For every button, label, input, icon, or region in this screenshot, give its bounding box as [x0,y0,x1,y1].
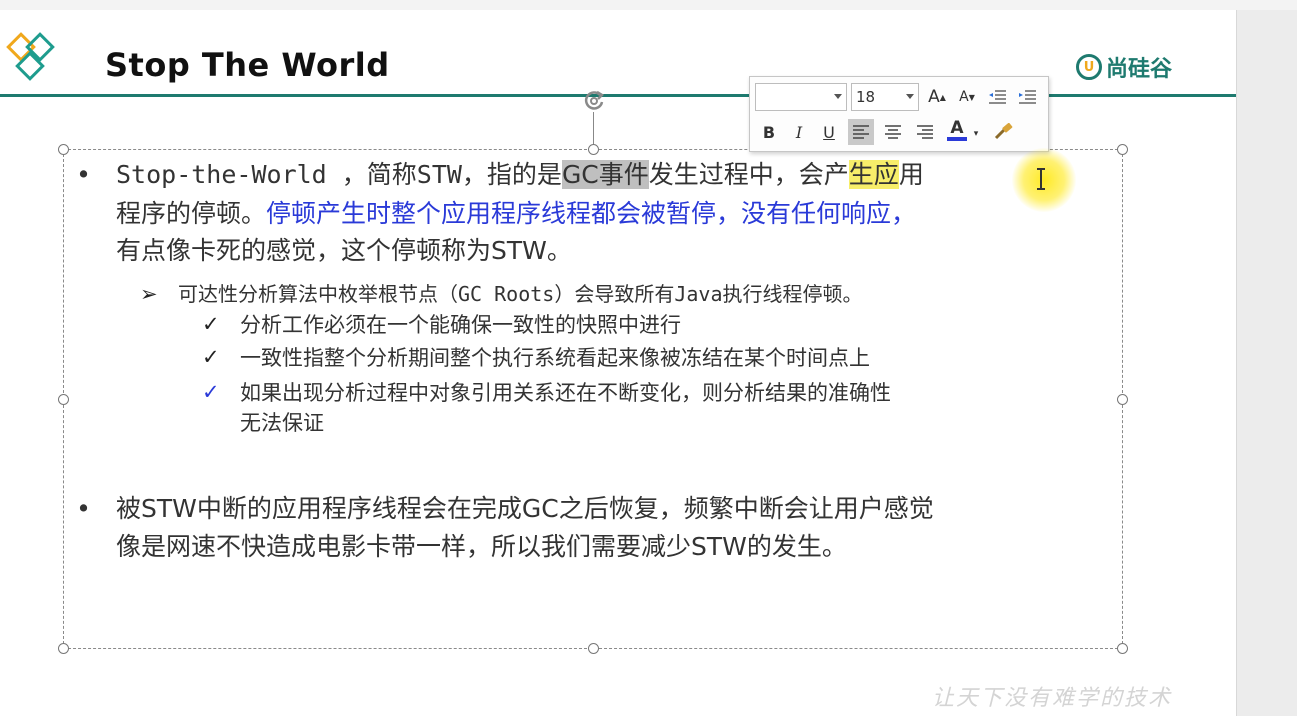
shrink-font-button[interactable]: A ▼ [954,84,980,110]
font-color-icon: A [950,118,964,138]
mini-formatting-toolbar: 18 A ▲ A ▼ B I U A ▾ [749,76,1049,152]
bullet-dot: • [76,494,92,523]
bullet1-cursor-word: 生应 [848,160,899,189]
bullet1-text-a: Stop-the-World ，简称STW，指的是 [116,160,562,189]
bullet2-line1[interactable]: 被STW中断的应用程序线程会在完成GC之后恢复，频繁中断会让用户感觉 [116,490,934,528]
title-divider [0,94,1236,97]
sub-arrow-item[interactable]: 可达性分析算法中枚举根节点（GC Roots）会导致所有Java执行线程停顿。 [178,278,863,310]
resize-handle-right[interactable] [1117,394,1128,405]
font-size-dropdown[interactable]: 18 [851,83,919,111]
align-center-button[interactable] [880,119,906,145]
mouse-cursor-highlight [1012,148,1076,212]
diamond-logo-icon [6,32,55,81]
bullet-dot: • [76,160,92,189]
bold-button[interactable]: B [756,119,782,145]
bullet1-line2[interactable]: 程序的停顿。停顿产生时整个应用程序线程都会被暂停，没有任何响应， [116,195,916,233]
resize-handle-top-left[interactable] [58,144,69,155]
check-item-3-cont[interactable]: 无法保证 [240,407,324,439]
brand-name: 尚硅谷 [1106,57,1173,82]
font-color-swatch [947,137,967,141]
grow-font-icon: A [928,87,940,107]
chevron-down-icon [906,94,914,99]
resize-handle-left[interactable] [58,394,69,405]
bullet1-line2-blue: 停顿产生时整个应用程序线程都会被暂停，没有任何响应， [266,199,917,228]
check-icon: ✓ [202,345,220,369]
font-color-button[interactable]: A [944,117,970,143]
check-item-3[interactable]: 如果出现分析过程中对象引用关系还在不断变化，则分析结果的准确性 [240,377,891,409]
bullet1-line1[interactable]: Stop-the-World ，简称STW，指的是GC事件发生过程中，会产生应用 [116,156,924,194]
decrease-indent-button[interactable] [984,84,1010,110]
align-left-icon [853,125,869,139]
decrease-indent-icon [989,90,1006,104]
arrow-bullet-icon: ➢ [140,282,158,306]
watermark: 让天下没有难学的技术 [932,686,1173,711]
check-icon: ✓ [202,380,220,404]
check-icon: ✓ [202,312,220,336]
font-color-dropdown[interactable]: ▾ [970,121,982,147]
brand-logo: U 尚硅谷 [1076,51,1172,83]
underline-button[interactable]: U [816,119,842,145]
brand-mark-icon: U [1076,54,1102,80]
resize-handle-bottom-left[interactable] [58,643,69,654]
align-left-button[interactable] [848,119,874,145]
bullet1-line3[interactable]: 有点像卡死的感觉，这个停顿称为STW。 [116,232,572,270]
chevron-down-icon [834,94,842,99]
align-right-button[interactable] [912,119,938,145]
resize-handle-bottom[interactable] [588,643,599,654]
format-painter-icon [994,123,1013,140]
align-right-icon [917,125,933,139]
grow-font-button[interactable]: A ▲ [924,84,950,110]
check-item-1[interactable]: 分析工作必须在一个能确保一致性的快照中进行 [240,309,681,341]
increase-indent-icon [1019,90,1036,104]
bullet1-text-b: 发生过程中，会产 [648,160,849,189]
increase-indent-button[interactable] [1014,84,1040,110]
format-painter-button[interactable] [990,119,1016,145]
slide-panel-gutter [1236,10,1297,716]
text-cursor-icon [1037,168,1045,190]
italic-button[interactable]: I [786,119,812,145]
resize-handle-bottom-right[interactable] [1117,643,1128,654]
bullet1-selected-gc: GC事件 [561,160,649,189]
shrink-font-icon: A [959,89,969,105]
resize-handle-top[interactable] [588,144,599,155]
font-name-dropdown[interactable] [755,83,847,111]
check-item-2[interactable]: 一致性指整个分析期间整个执行系统看起来像被冻结在某个时间点上 [240,342,870,374]
resize-handle-top-right[interactable] [1117,144,1128,155]
align-center-icon [885,125,901,139]
font-size-value: 18 [856,88,876,106]
bullet1-line2-plain: 程序的停顿。 [116,199,267,228]
bullet1-text-c: 用 [898,160,924,189]
rotate-handle-icon[interactable] [581,88,607,114]
slide-title[interactable]: Stop The World [105,46,390,84]
bullet2-line2[interactable]: 像是网速不快造成电影卡带一样，所以我们需要减少STW的发生。 [116,528,847,566]
